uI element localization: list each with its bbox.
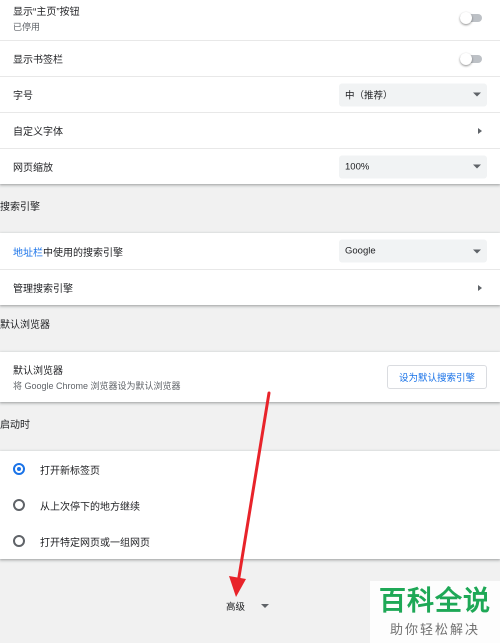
dropdown-caret-icon [473, 249, 481, 253]
custom-fonts-row[interactable]: 自定义字体 [0, 112, 500, 148]
make-default-button[interactable]: 设为默认搜索引擎 [386, 365, 487, 389]
bookmarks-bar-label: 显示书签栏 [13, 55, 63, 66]
chevron-right-icon [478, 284, 482, 291]
font-size-value: 中（推荐） [345, 90, 393, 102]
page-zoom-value: 100% [345, 161, 370, 172]
advanced-label: 高级 [226, 602, 246, 613]
chevron-right-icon [478, 127, 482, 134]
page-zoom-select[interactable]: 100% [339, 155, 487, 178]
on-startup-card: 打开新标签页 从上次停下的地方继续 打开特定网页或一组网页 [0, 451, 500, 559]
home-button-row[interactable]: 显示“主页”按钮 已停用 [0, 0, 500, 40]
home-button-status: 已停用 [13, 22, 41, 32]
manage-search-engines-label: 管理搜索引擎 [13, 284, 73, 295]
search-engine-heading: 搜索引擎 [0, 202, 40, 213]
address-bar-engine-row: 地址栏中使用的搜索引擎 Google [0, 233, 500, 269]
startup-option-label: 打开特定网页或一组网页 [40, 537, 150, 549]
search-engine-card: 地址栏中使用的搜索引擎 Google 管理搜索引擎 [0, 233, 500, 305]
dropdown-caret-icon [473, 92, 481, 97]
startup-option-row[interactable]: 打开特定网页或一组网页 [0, 523, 500, 559]
watermark-main-text: 百科全说 [379, 585, 491, 617]
home-button-label: 显示“主页”按钮 [13, 7, 80, 18]
startup-option-label: 打开新标签页 [40, 465, 100, 477]
radio-unselected-icon[interactable] [13, 499, 25, 511]
default-browser-label: 默认浏览器 [13, 366, 63, 377]
default-browser-heading: 默认浏览器 [0, 320, 50, 331]
bookmarks-bar-toggle[interactable] [460, 52, 484, 65]
on-startup-heading: 启动时 [0, 420, 30, 431]
watermark-sub-text: 助你轻松解决 [389, 621, 480, 637]
search-engine-select[interactable]: Google [339, 239, 487, 263]
watermark-logo: 百科全说 助你轻松解决 [370, 581, 500, 643]
custom-fonts-label: 自定义字体 [13, 127, 63, 138]
address-bar-link[interactable]: 地址栏 [13, 248, 43, 259]
bookmarks-bar-row[interactable]: 显示书签栏 [0, 40, 500, 76]
home-button-toggle[interactable] [460, 12, 484, 24]
startup-option-label: 从上次停下的地方继续 [40, 501, 140, 513]
appearance-card: 显示“主页”按钮 已停用 显示书签栏 字号 中（推荐） 自定义字体 网页缩放 1… [0, 0, 500, 184]
font-size-row: 字号 中（推荐） [0, 76, 500, 112]
radio-unselected-icon[interactable] [13, 535, 25, 547]
radio-selected-icon[interactable] [13, 463, 25, 475]
font-size-select[interactable]: 中（推荐） [339, 83, 487, 106]
advanced-button[interactable]: 高级 [226, 599, 270, 613]
startup-option-row[interactable]: 从上次停下的地方继续 [0, 487, 500, 523]
startup-option-row[interactable]: 打开新标签页 [0, 451, 500, 487]
address-bar-label-rest: 中使用的搜索引擎 [43, 247, 123, 259]
dropdown-caret-icon [473, 164, 481, 169]
search-engine-value: Google [345, 245, 376, 257]
home-button-label-wrap: 显示“主页”按钮 已停用 [13, 3, 487, 33]
chevron-down-icon [261, 604, 270, 608]
